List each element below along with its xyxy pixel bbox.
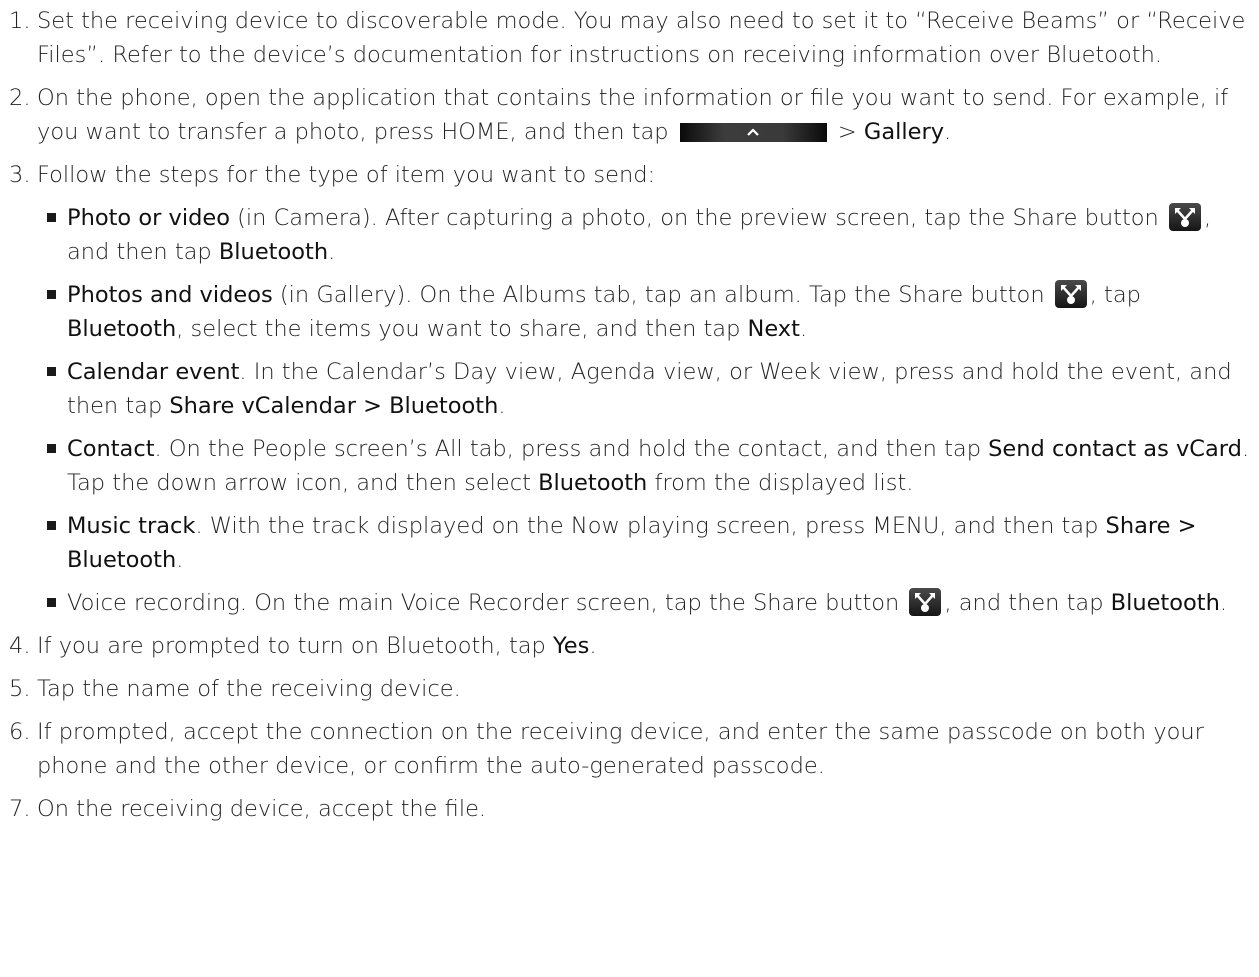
step-number: 7. <box>9 796 31 822</box>
item-text: . <box>328 239 336 265</box>
step-6: 6. If prompted, accept the connection on… <box>0 715 1259 783</box>
step-text: > <box>830 119 864 145</box>
item-type-list: Photo or video (in Camera). After captur… <box>0 201 1259 620</box>
step-number: 6. <box>9 719 31 745</box>
next-label: Next <box>747 316 800 342</box>
step-text: If you are prompted to turn on Bluetooth… <box>37 633 553 659</box>
item-text: . <box>176 547 184 573</box>
bullet-square-icon <box>47 444 56 453</box>
bluetooth-label: Bluetooth <box>218 239 329 265</box>
bullet-square-icon <box>47 598 56 607</box>
manual-page: 1. Set the receiving device to discovera… <box>0 0 1259 977</box>
item-text: . <box>799 316 808 342</box>
list-item-contact: Contact. On the People screen’s All tab,… <box>0 432 1259 500</box>
steps-list-continued: 4. If you are prompted to turn on Blueto… <box>0 629 1259 826</box>
item-text: from the displayed list. <box>647 470 914 496</box>
bluetooth-label: Bluetooth <box>538 470 648 496</box>
step-text: On the phone, open the application that … <box>37 85 1229 145</box>
item-text: (in Camera). After capturing a photo, on… <box>229 205 1166 231</box>
bullet-square-icon <box>47 290 56 299</box>
bullet-square-icon <box>47 367 56 376</box>
step-5: 5. Tap the name of the receiving device. <box>0 672 1259 706</box>
step-text: Follow the steps for the type of item yo… <box>37 162 656 188</box>
item-text: . On the People screen’s All tab, press … <box>154 436 989 462</box>
steps-list: 1. Set the receiving device to discovera… <box>0 4 1259 192</box>
gallery-label: Gallery <box>863 119 945 145</box>
list-item-voice-recording: Voice recording. On the main Voice Recor… <box>0 586 1259 620</box>
step-2: 2. On the phone, open the application th… <box>0 81 1259 149</box>
item-title: Photo or video <box>67 205 230 231</box>
item-text: , and then tap <box>944 590 1111 616</box>
bluetooth-label: Bluetooth <box>67 316 177 342</box>
bullet-square-icon <box>47 521 56 530</box>
yes-label: Yes <box>552 633 590 659</box>
up-arrow-bar-icon <box>679 123 827 142</box>
step-number: 2. <box>9 85 31 111</box>
send-vcard-label: Send contact as vCard <box>988 436 1242 462</box>
share-icon <box>1168 203 1201 231</box>
step-number: 4. <box>9 633 31 659</box>
step-1: 1. Set the receiving device to discovera… <box>0 4 1259 72</box>
bluetooth-label: Bluetooth <box>1110 590 1220 616</box>
bullet-square-icon <box>47 213 56 222</box>
item-title: Music track <box>67 513 196 539</box>
step-text: On the receiving device, accept the file… <box>37 796 487 822</box>
list-item-calendar-event: Calendar event. In the Calendar’s Day vi… <box>0 355 1259 423</box>
item-text: Voice recording. On the main Voice Recor… <box>67 590 907 616</box>
step-text: Set the receiving device to discoverable… <box>37 8 1246 68</box>
step-text: Tap the name of the receiving device. <box>37 676 461 702</box>
list-item-music-track: Music track. With the track displayed on… <box>0 509 1259 577</box>
item-text: . <box>498 393 506 419</box>
list-item-photo-video: Photo or video (in Camera). After captur… <box>0 201 1259 269</box>
item-text: . With the track displayed on the Now pl… <box>195 513 1106 539</box>
step-text: . <box>944 119 952 145</box>
item-text: . <box>1219 590 1228 616</box>
step-text: . <box>589 633 597 659</box>
list-item-photos-videos: Photos and videos (in Gallery). On the A… <box>0 278 1259 346</box>
step-number: 1. <box>9 8 31 34</box>
item-title: Photos and videos <box>67 282 273 308</box>
item-text: , select the items you want to share, an… <box>176 316 748 342</box>
step-number: 5. <box>9 676 31 702</box>
item-text: (in Gallery). On the Albums tab, tap an … <box>272 282 1052 308</box>
menu-path-label: Share vCalendar > Bluetooth <box>169 393 499 419</box>
step-text: If prompted, accept the connection on th… <box>37 719 1204 779</box>
item-title: Calendar event <box>67 359 240 385</box>
step-7: 7. On the receiving device, accept the f… <box>0 792 1259 826</box>
item-text: , tap <box>1089 282 1141 308</box>
step-4: 4. If you are prompted to turn on Blueto… <box>0 629 1259 663</box>
share-icon <box>1054 280 1087 308</box>
step-3: 3. Follow the steps for the type of item… <box>0 158 1259 192</box>
step-number: 3. <box>9 162 31 188</box>
item-title: Contact <box>67 436 155 462</box>
share-icon <box>909 588 942 616</box>
